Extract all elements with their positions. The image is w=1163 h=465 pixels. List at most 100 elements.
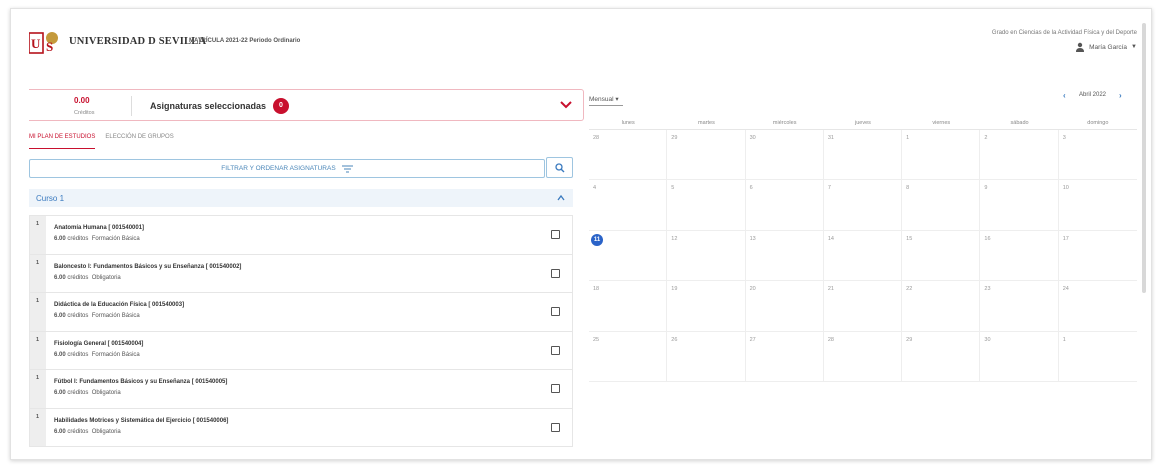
calendar-day-cell[interactable]: 3 — [1058, 130, 1137, 181]
subject-meta: 6.00 créditos Obligatoria — [54, 390, 121, 396]
subject-type: Obligatoria — [91, 274, 121, 281]
calendar-day-cell[interactable]: 29 — [667, 130, 746, 181]
calendar-day-cell[interactable]: 30 — [745, 130, 824, 181]
calendar-day-cell[interactable]: 26 — [667, 331, 746, 382]
calendar-day-number: 7 — [827, 185, 831, 192]
subject-credits: 6.00 — [54, 313, 66, 320]
divider — [131, 96, 132, 116]
calendar-day-cell[interactable]: 2 — [980, 130, 1059, 181]
credits-word: créditos — [67, 236, 89, 242]
calendar-day-cell[interactable]: 5 — [667, 180, 746, 231]
calendar-day-cell[interactable]: 6 — [745, 180, 824, 231]
calendar-day-cell[interactable]: 19 — [667, 281, 746, 332]
calendar-day-cell[interactable]: 17 — [1058, 231, 1137, 282]
calendar-day-number: 29 — [671, 135, 678, 141]
calendar-day-number: 18 — [593, 286, 600, 293]
subject-credits: 6.00 — [54, 236, 66, 242]
calendar-day-number: 30 — [984, 336, 991, 343]
calendar-day-cell[interactable]: 27 — [745, 331, 824, 382]
subject-checkbox[interactable] — [551, 345, 560, 355]
credits-word: créditos — [67, 428, 89, 435]
calendar-day-cell[interactable]: 13 — [745, 230, 824, 282]
calendar-day-cell[interactable]: 1 — [902, 130, 981, 181]
subject-checkbox[interactable] — [551, 307, 560, 317]
curso-header[interactable]: Curso 1 — [29, 189, 573, 207]
subject-type: Obligatoria — [91, 390, 121, 397]
filter-button[interactable]: FILTRAR Y ORDENAR ASIGNATURAS — [29, 159, 545, 178]
degree-name: Grado en Ciencias de la Actividad Física… — [991, 30, 1137, 36]
calendar-day-cell[interactable]: 20 — [745, 281, 824, 332]
subject-checkbox[interactable] — [551, 384, 560, 394]
subject-meta: 6.00 créditos Formación Básica — [54, 236, 140, 242]
calendar-day-number: 24 — [1062, 286, 1069, 293]
calendar-day-cell[interactable]: 10 — [1058, 180, 1137, 231]
calendar-day-number: 6 — [749, 185, 753, 192]
calendar-day-number: 1 — [1062, 336, 1066, 343]
calendar-day-cell[interactable]: 24 — [1058, 281, 1137, 332]
tab-eleccion-grupos[interactable]: ELECCIÓN DE GRUPOS — [105, 131, 173, 149]
calendar-day-number: 2 — [984, 135, 988, 141]
weekday-label: lunes — [621, 120, 635, 126]
calendar-day-cell[interactable]: 1 — [1058, 332, 1137, 382]
subject-checkbox[interactable] — [551, 230, 560, 239]
calendar-day-number: 26 — [671, 336, 678, 343]
user-menu[interactable]: María García ▼ — [1075, 42, 1137, 52]
calendar-day-cell[interactable]: 25 — [589, 331, 668, 382]
calendar-day-cell[interactable]: 18 — [589, 281, 668, 332]
subject-name: Didáctica de la Educación Física [ 00154… — [54, 302, 185, 309]
calendar-day-cell[interactable]: 15 — [902, 230, 981, 282]
chevron-left-icon[interactable]: ‹ — [1063, 91, 1066, 100]
calendar-day-cell[interactable]: 7 — [823, 180, 903, 231]
tab-bar: MI PLAN DE ESTUDIOS ELECCIÓN DE GRUPOS — [29, 131, 174, 149]
calendar-day-cell[interactable]: 12 — [667, 230, 746, 282]
calendar-day-cell[interactable]: 21 — [823, 281, 903, 332]
chevron-down-icon[interactable] — [559, 98, 573, 112]
selected-subjects-summary[interactable]: 0.00 Créditos Asignaturas seleccionadas … — [29, 89, 584, 121]
app-window: U S UNIVERSIDAD D SEVILLA MATRÍCULA 2021… — [10, 8, 1152, 460]
course-number: 1 — [36, 221, 40, 227]
calendar-day-cell[interactable]: 23 — [980, 281, 1059, 332]
course-number: 1 — [36, 336, 40, 343]
course-number: 1 — [36, 298, 40, 305]
list-item: 1 Anatomía Humana [ 001540001] 6.00 créd… — [29, 215, 573, 254]
subject-credits: 6.00 — [54, 428, 66, 435]
subject-credits: 6.00 — [54, 351, 66, 358]
calendar-day-cell[interactable]: 30 — [980, 331, 1059, 382]
calendar-day-number: 23 — [984, 286, 991, 293]
calendar-day-cell[interactable]: 9 — [980, 180, 1059, 231]
subject-checkbox[interactable] — [551, 422, 560, 432]
user-icon — [1076, 42, 1085, 52]
calendar-day-number: 17 — [1062, 235, 1069, 242]
month-calendar: lunes martes miércoles jueves viernes sá… — [589, 120, 1137, 382]
calendar-day-cell[interactable]: 28 — [589, 130, 668, 181]
view-select-value: Mensual — [589, 96, 614, 103]
tab-plan-estudios[interactable]: MI PLAN DE ESTUDIOS — [29, 131, 96, 149]
calendar-day-cell[interactable]: 29 — [902, 331, 981, 382]
calendar-day-cell[interactable]: 31 — [823, 130, 903, 181]
search-button[interactable] — [546, 157, 573, 178]
calendar-day-number: 4 — [593, 185, 597, 192]
caret-down-icon: ▾ — [615, 96, 619, 103]
calendar-day-cell[interactable]: 16 — [980, 230, 1059, 282]
chevron-up-icon[interactable] — [557, 194, 565, 202]
calendar-day-number: 10 — [1062, 185, 1069, 192]
calendar-day-cell[interactable]: 14 — [823, 230, 903, 282]
subject-checkbox[interactable] — [551, 268, 560, 278]
subject-type: Formación Básica — [91, 351, 140, 358]
subject-credits: 6.00 — [54, 274, 66, 281]
calendar-day-number: 28 — [593, 135, 600, 141]
calendar-day-cell[interactable]: 11 — [589, 230, 668, 282]
view-select[interactable]: Mensual ▾ — [589, 95, 623, 106]
calendar-day-number: 11 — [591, 233, 603, 246]
selected-count-badge: 0 — [273, 98, 289, 114]
weekday-header: lunes martes miércoles jueves viernes sá… — [589, 120, 1137, 130]
calendar-day-cell[interactable]: 28 — [823, 331, 903, 382]
calendar-day-cell[interactable]: 8 — [902, 180, 981, 231]
chevron-right-icon[interactable]: › — [1119, 91, 1122, 100]
calendar-day-cell[interactable]: 22 — [902, 281, 981, 332]
calendar-day-cell[interactable]: 4 — [589, 180, 668, 231]
calendar-day-number: 28 — [827, 336, 834, 343]
filter-icon — [341, 165, 353, 172]
scrollbar[interactable] — [1142, 23, 1146, 293]
subject-name: Fútbol I: Fundamentos Básicos y su Enseñ… — [54, 379, 228, 386]
